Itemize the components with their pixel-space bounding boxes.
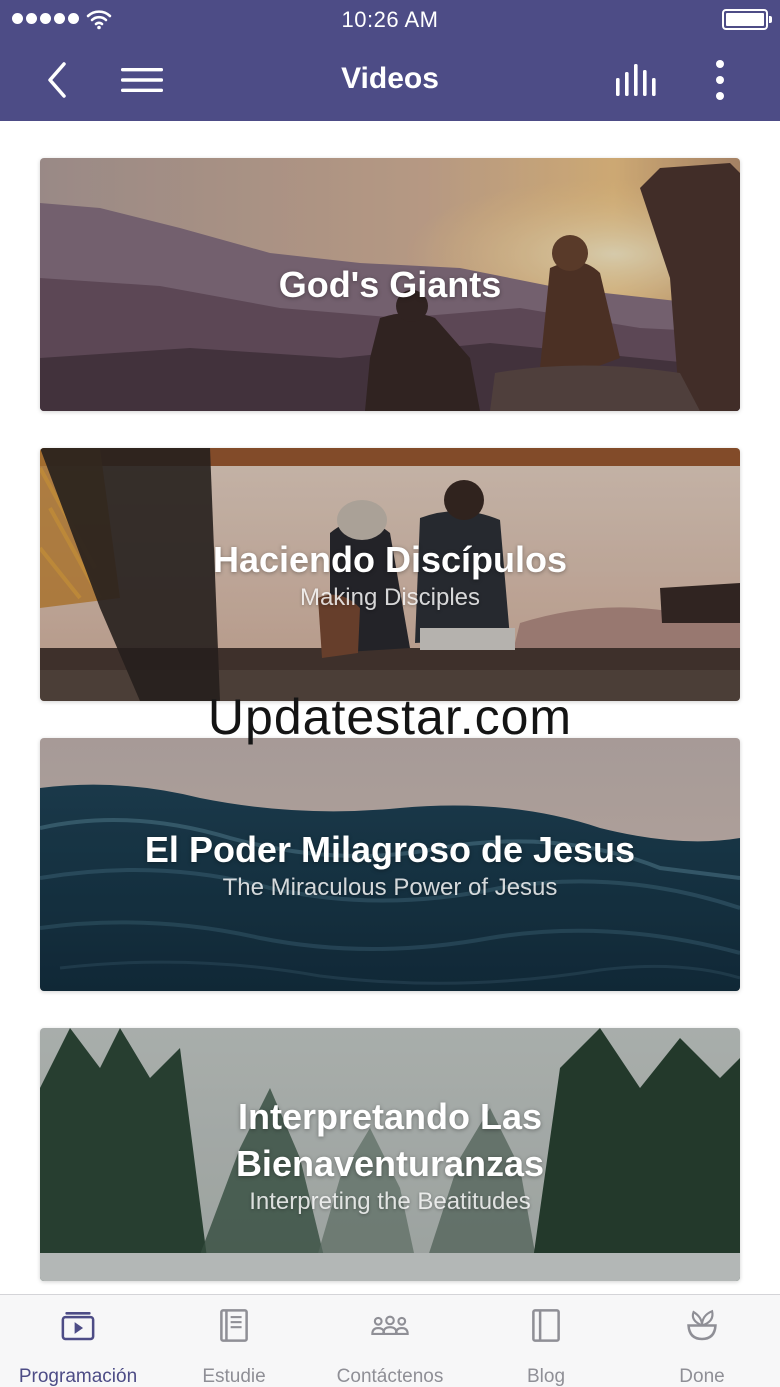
video-card[interactable]: Haciendo Discípulos Making Disciples [40,448,740,701]
card-title: El Poder Milagroso de Jesus [144,829,636,870]
card-subtitle: The Miraculous Power of Jesus [222,874,558,901]
tab-label: Contáctenos [336,1366,444,1387]
card-title: Interpretando Las Bienaventuranzas [235,1095,545,1184]
blog-icon [532,1309,560,1342]
card-text: El Poder Milagroso de Jesus The Miraculo… [40,738,740,991]
video-list: God's Giants Haciendo Discípulos Making … [0,121,780,1294]
video-play-icon [61,1312,95,1341]
video-card[interactable]: Interpretando Las Bienaventuranzas Inter… [40,1028,740,1281]
tab-bar: Programación Estudie Contáctenos Blog Do… [0,1294,780,1387]
more-options-icon[interactable] [706,56,734,104]
video-card[interactable]: God's Giants [40,158,740,411]
card-subtitle: Interpreting the Beatitudes [249,1187,531,1215]
status-time: 10:26 AM [341,7,439,32]
card-title: God's Giants [278,264,502,305]
plant-icon [687,1309,717,1341]
tab-label: Done [679,1366,725,1387]
status-bar: 10:26 AM [0,0,780,40]
video-card[interactable]: El Poder Milagroso de Jesus The Miraculo… [40,738,740,991]
card-text: Interpretando Las Bienaventuranzas Inter… [40,1028,740,1281]
card-text: God's Giants [40,158,740,411]
tab-label: Blog [526,1366,566,1387]
tab-contactenos[interactable]: Contáctenos [312,1295,468,1387]
battery-icon [722,9,772,30]
tab-estudie[interactable]: Estudie [156,1295,312,1387]
tab-blog[interactable]: Blog [468,1295,624,1387]
navigation-bar: Videos [0,40,780,121]
card-title: Haciendo Discípulos [212,539,568,580]
tab-label: Programación [18,1366,138,1387]
people-icon [371,1315,409,1335]
page-title: Videos [341,62,439,95]
card-subtitle: Making Disciples [299,584,481,611]
book-icon [220,1309,248,1342]
tab-programacion[interactable]: Programación [0,1295,156,1387]
tab-label: Estudie [202,1366,266,1387]
tab-done[interactable]: Done [624,1295,780,1387]
card-text: Haciendo Discípulos Making Disciples [40,448,740,701]
top-bar: 10:26 AM Videos [0,0,780,121]
audio-bars-icon[interactable] [612,58,662,102]
